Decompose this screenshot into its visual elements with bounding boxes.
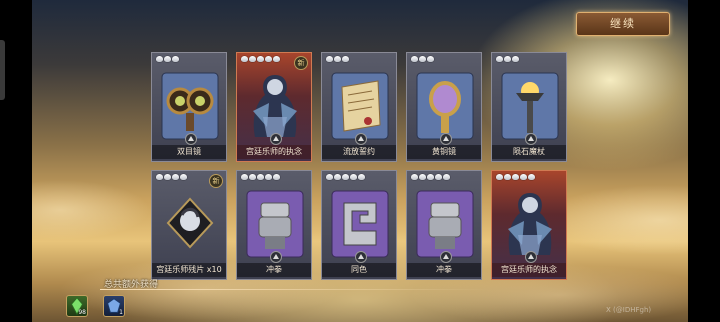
card-label: 宫廷乐师残片 x10 [152,263,226,277]
blue-crest-reward[interactable]: 1 [103,295,125,317]
card-label: 宫廷乐师的执念 [492,263,566,277]
reward-card[interactable]: 宫廷乐师的执念 [491,170,567,280]
card-label: 冲拳 [407,263,481,277]
star-rating [411,56,434,64]
continue-button[interactable]: 继续 [576,12,670,36]
upgrade-arrow-icon [355,133,367,145]
green-crystal-reward[interactable]: 98 [66,295,88,317]
reward-card[interactable]: 同色 [321,170,397,280]
upgrade-arrow-icon [355,251,367,263]
reward-card[interactable]: 黄铜镜 [406,52,482,162]
court-musician-portrait [508,193,552,255]
reward-card[interactable]: 流放誓约 [321,52,397,162]
scroll-icon [331,72,389,140]
upgrade-arrow-icon [440,251,452,263]
star-rating [241,174,280,182]
reward-count: 98 [78,309,86,316]
upgrade-arrow-icon [440,133,452,145]
binoculars-icon [161,72,219,140]
court-musician-portrait [253,75,297,137]
gauntlet-icon [416,190,474,258]
meteor-staff-icon [501,72,559,140]
upgrade-arrow-icon [185,133,197,145]
star-rating [156,56,179,64]
watermark: X (@IDHFgh) [606,306,652,314]
musician-fragment-icon [166,197,214,249]
star-rating [411,174,450,182]
gauntlet-icon [246,190,304,258]
star-rating [326,56,349,64]
swirl-stone-icon [331,190,389,258]
upgrade-arrow-icon [525,133,537,145]
card-label: 双目镜 [152,145,226,159]
side-handle [0,40,5,100]
reward-count: 1 [119,309,123,316]
reward-card[interactable]: 双目镜 [151,52,227,162]
upgrade-arrow-icon [270,133,282,145]
right-letterbox [688,0,720,322]
star-rating [496,174,535,182]
star-rating [496,56,519,64]
mirror-icon [416,72,474,140]
card-label: 宫廷乐师的执念 [237,145,311,159]
card-label: 陨石魔杖 [492,145,566,159]
card-label: 黄铜镜 [407,145,481,159]
reward-card[interactable]: 冲拳 [406,170,482,280]
card-label: 冲拳 [237,263,311,277]
card-label: 同色 [322,263,396,277]
upgrade-arrow-icon [270,251,282,263]
reward-card[interactable]: 陨石魔杖 [491,52,567,162]
game-screen: 继续 双目镜 新 宫廷乐师的执念 流放誓约 黄铜镜 陨石魔杖 新 宫廷乐师残片 … [0,0,720,322]
reward-card[interactable]: 冲拳 [236,170,312,280]
upgrade-arrow-icon [525,251,537,263]
card-label: 流放誓约 [322,145,396,159]
star-rating [241,56,280,64]
reward-card[interactable]: 新 宫廷乐师的执念 [236,52,312,162]
divider [100,289,490,290]
star-rating [156,174,187,182]
reward-card[interactable]: 新 宫廷乐师残片 x10 [151,170,227,280]
star-rating [326,174,365,182]
